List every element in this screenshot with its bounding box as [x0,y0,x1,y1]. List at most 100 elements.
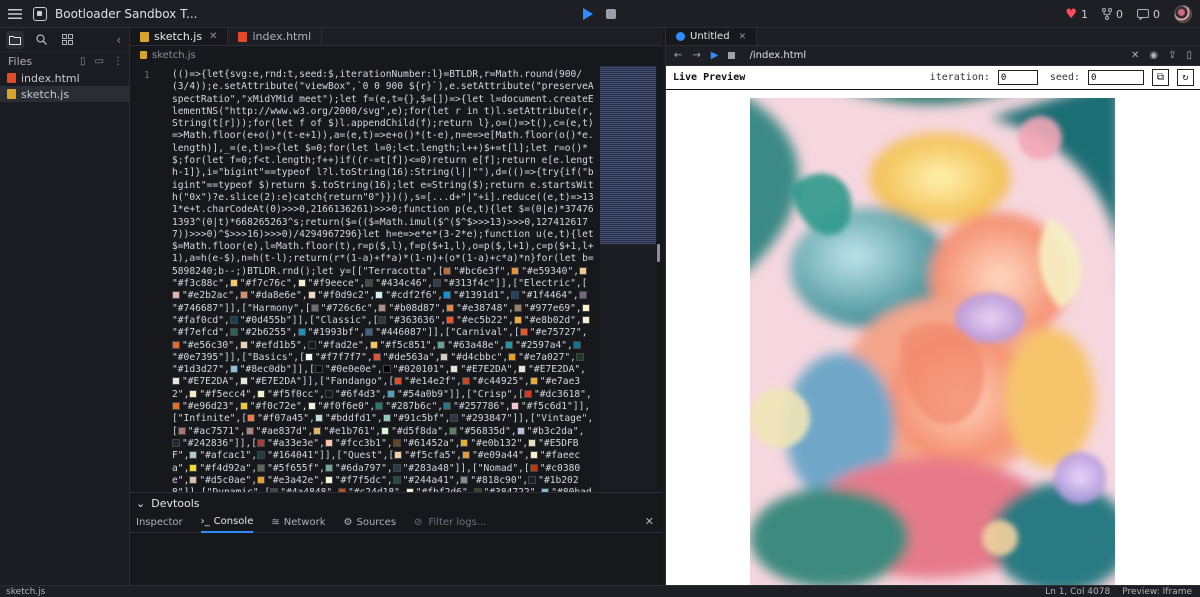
extensions-icon[interactable] [58,31,76,49]
color-swatch[interactable] [523,389,532,398]
color-swatch[interactable] [239,291,248,300]
color-swatch[interactable] [578,291,587,300]
color-swatch[interactable] [516,426,525,435]
color-swatch[interactable] [177,426,186,435]
color-swatch[interactable] [519,328,528,337]
color-swatch[interactable] [572,340,581,349]
back-icon[interactable]: ← [674,50,682,61]
stop-icon[interactable] [728,52,736,59]
code-area[interactable]: 1 (()=>{let{svg:e,rnd:t,seed:$,iteration… [130,66,662,492]
tab-sources[interactable]: ⚙ Sources [344,513,397,533]
tab-sketch-js[interactable]: sketch.js ✕ [130,28,229,45]
forward-icon[interactable]: → [692,50,700,61]
color-swatch[interactable] [189,451,198,460]
like-button[interactable]: ♥ 1 [1065,7,1088,22]
color-swatch[interactable] [247,414,256,423]
color-swatch[interactable] [229,365,238,374]
color-swatch[interactable] [324,463,333,472]
color-swatch[interactable] [448,426,457,435]
color-swatch[interactable] [189,389,198,398]
close-devtools-icon[interactable]: ✕ [645,515,654,528]
color-swatch[interactable] [446,315,455,324]
color-swatch[interactable] [443,291,452,300]
copy-button[interactable]: ⧉ [1152,69,1169,86]
color-swatch[interactable] [304,352,313,361]
color-swatch[interactable] [229,328,238,337]
color-swatch[interactable] [460,475,469,484]
play-icon[interactable] [583,8,593,20]
tab-network[interactable]: ≋ Network [271,513,325,533]
color-swatch[interactable] [239,402,248,411]
folder-icon[interactable] [6,30,24,49]
tab-inspector[interactable]: Inspector [136,513,183,533]
minimap[interactable] [600,66,656,244]
iteration-input[interactable] [997,70,1038,85]
cursor-position[interactable]: Ln 1, Col 4078 [1045,587,1110,597]
color-swatch[interactable] [461,377,470,386]
color-swatch[interactable] [172,340,180,349]
color-swatch[interactable] [511,266,520,275]
color-swatch[interactable] [513,303,522,312]
color-swatch[interactable] [257,451,266,460]
color-swatch[interactable] [297,279,306,288]
play-icon[interactable]: ▶ [711,50,719,61]
stop-icon[interactable] [606,9,616,19]
color-swatch[interactable] [297,328,306,337]
color-swatch[interactable] [440,352,449,361]
color-swatch[interactable] [172,402,180,411]
file-item-index-html[interactable]: index.html [0,70,129,86]
color-swatch[interactable] [529,451,538,460]
broadcast-icon[interactable]: ◉ [1149,50,1158,61]
color-swatch[interactable] [505,340,514,349]
color-swatch[interactable] [529,463,538,472]
color-swatch[interactable] [313,426,322,435]
collapse-sidebar-icon[interactable]: ‹ [116,33,121,47]
color-swatch[interactable] [324,475,333,484]
color-swatch[interactable] [307,340,316,349]
panel-resize-handle[interactable] [657,244,660,262]
color-swatch[interactable] [392,475,401,484]
devtools-header[interactable]: ⌄ Devtools [130,493,662,513]
color-swatch[interactable] [518,365,527,374]
tab-index-html[interactable]: index.html [228,28,323,45]
menu-button[interactable] [0,8,30,20]
color-swatch[interactable] [245,426,254,435]
color-swatch[interactable] [450,365,459,374]
color-swatch[interactable] [372,352,381,361]
color-swatch[interactable] [443,266,452,275]
close-icon[interactable]: ✕ [209,31,217,42]
code-text[interactable]: (()=>{let{svg:e,rnd:t,seed:$,iterationNu… [172,69,594,492]
color-swatch[interactable] [257,438,266,447]
breadcrumb-file[interactable]: sketch.js [152,50,196,61]
color-swatch[interactable] [394,451,403,460]
color-swatch[interactable] [581,303,590,312]
color-swatch[interactable] [581,315,590,324]
more-icon[interactable]: ⋮ [113,56,123,67]
color-swatch[interactable] [257,475,266,484]
preview-mode[interactable]: Preview: Iframe [1122,587,1192,597]
color-swatch[interactable] [324,389,333,398]
color-swatch[interactable] [461,451,470,460]
new-file-icon[interactable]: ▯ [80,56,86,67]
color-swatch[interactable] [378,303,387,312]
color-swatch[interactable] [307,291,316,300]
color-swatch[interactable] [382,414,391,423]
color-swatch[interactable] [382,365,391,374]
share-icon[interactable]: ⇪ [1168,50,1176,61]
status-file[interactable]: sketch.js [6,587,45,597]
color-swatch[interactable] [239,340,248,349]
color-swatch[interactable] [508,352,517,361]
color-swatch[interactable] [172,377,180,386]
color-swatch[interactable] [369,340,378,349]
close-icon[interactable]: ✕ [739,32,747,42]
color-swatch[interactable] [528,475,537,484]
color-swatch[interactable] [257,389,266,398]
color-swatch[interactable] [529,377,538,386]
fork-button[interactable]: 0 [1102,8,1123,21]
color-swatch[interactable] [229,279,238,288]
color-swatch[interactable] [314,414,323,423]
color-swatch[interactable] [189,475,198,484]
user-avatar[interactable] [1174,5,1192,23]
color-swatch[interactable] [365,279,374,288]
color-swatch[interactable] [375,291,384,300]
